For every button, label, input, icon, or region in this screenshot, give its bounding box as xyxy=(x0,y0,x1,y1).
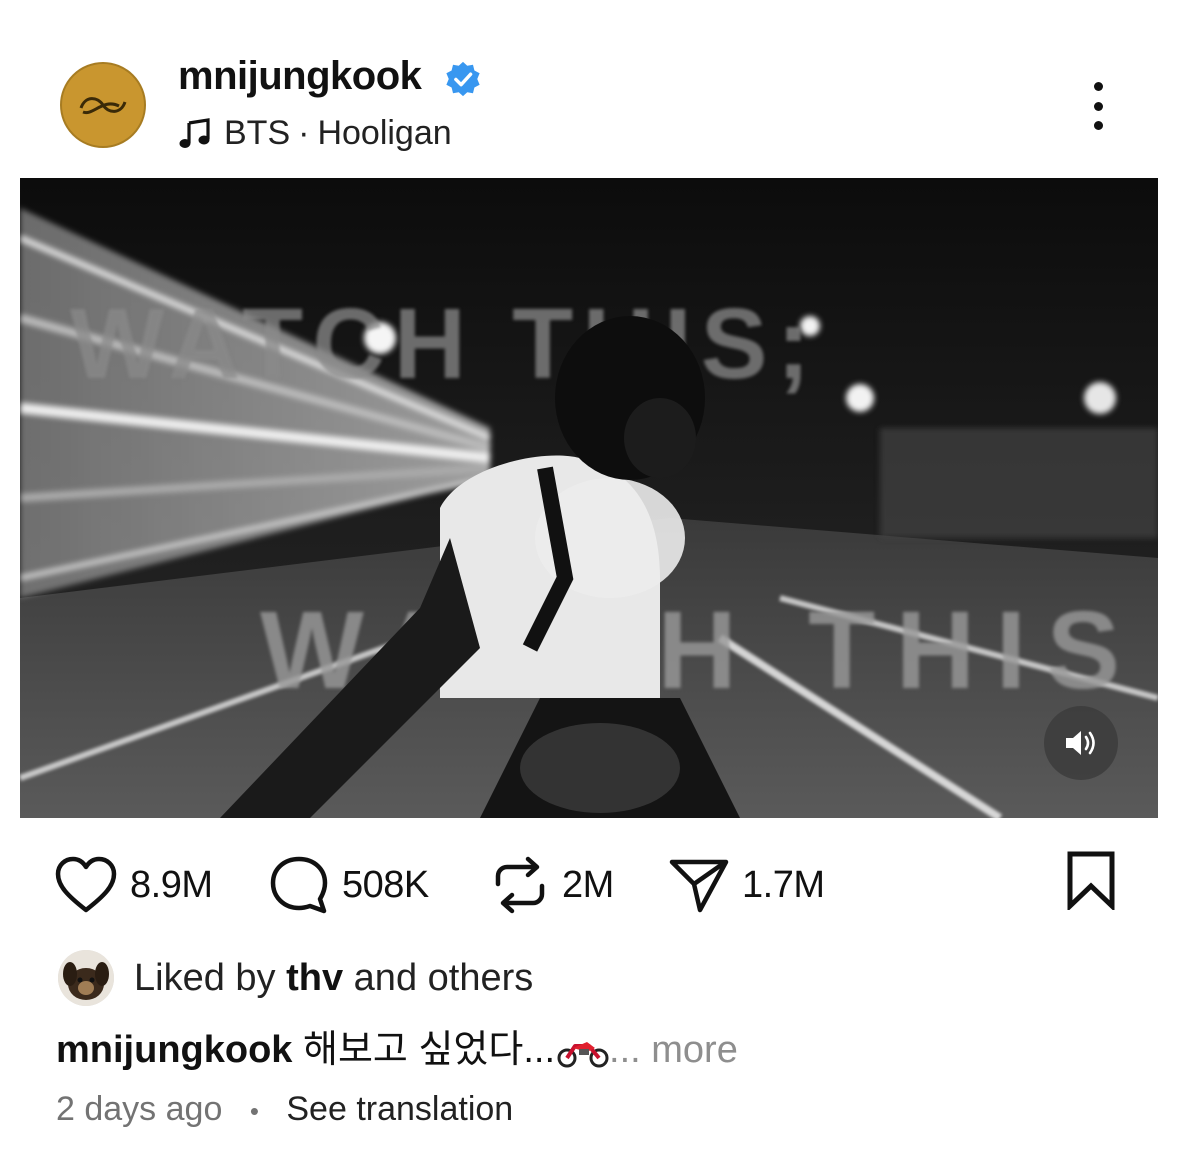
like-button[interactable]: 8.9M xyxy=(54,840,213,930)
dog-avatar-icon xyxy=(58,950,114,1006)
mute-toggle-button[interactable] xyxy=(1044,706,1118,780)
caption-username[interactable]: mnijungkook xyxy=(56,1029,292,1071)
avatar-logo-icon xyxy=(79,97,127,115)
share-button[interactable]: 1.7M xyxy=(668,840,825,930)
music-note-icon xyxy=(179,117,210,148)
verified-badge-icon xyxy=(446,61,480,97)
repost-button[interactable]: 2M xyxy=(490,840,614,930)
audio-attribution[interactable]: BTS · Hooligan xyxy=(178,114,452,153)
comment-count: 508K xyxy=(342,863,429,906)
audio-artist: BTS xyxy=(224,114,291,152)
liker-avatar[interactable] xyxy=(58,950,114,1006)
more-dot-icon xyxy=(1093,82,1103,91)
liked-by-text: Liked by thv and others xyxy=(134,957,533,1000)
caption-more-link[interactable]: more xyxy=(651,1029,738,1071)
post-meta: 2 days ago • See translation xyxy=(56,1090,513,1129)
profile-avatar[interactable] xyxy=(60,62,146,148)
share-count: 1.7M xyxy=(742,863,825,906)
heart-icon xyxy=(55,856,117,913)
liked-by-user[interactable]: thv xyxy=(286,957,343,999)
comment-button[interactable]: 508K xyxy=(268,840,429,930)
liked-by-row[interactable]: Liked by thv and others xyxy=(58,946,533,1010)
post-header: mnijungkook BTS · Hooligan xyxy=(0,0,1178,170)
post-username[interactable]: mnijungkook xyxy=(178,54,422,99)
audio-track: Hooligan xyxy=(317,114,452,152)
more-dot-icon xyxy=(1093,121,1103,130)
audio-separator: · xyxy=(298,114,310,152)
bookmark-icon[interactable] xyxy=(1064,850,1118,910)
post-video[interactable]: WATCH THIS; WATCH THIS xyxy=(20,178,1158,818)
send-icon xyxy=(669,859,729,913)
comment-icon xyxy=(270,856,328,914)
more-dot-icon xyxy=(1093,101,1103,111)
liked-by-suffix: and others xyxy=(353,956,534,999)
see-translation-link[interactable]: See translation xyxy=(286,1090,513,1128)
video-frame: WATCH THIS; WATCH THIS xyxy=(20,178,1158,818)
action-bar: 8.9M 508K 2M 1.7M xyxy=(0,840,1178,930)
liked-by-prefix: Liked by xyxy=(134,956,276,999)
repost-icon xyxy=(495,856,545,914)
speaker-icon xyxy=(1066,731,1095,755)
post-caption: mnijungkook 해보고 싶었다... ... more xyxy=(56,1018,738,1073)
motorcycle-icon xyxy=(557,1041,609,1068)
caption-text: 해보고 싶었다... xyxy=(303,1029,556,1071)
caption-ellipsis: ... xyxy=(609,1029,641,1071)
post-timestamp: 2 days ago xyxy=(56,1090,223,1128)
more-options-button[interactable] xyxy=(1078,78,1118,134)
like-count: 8.9M xyxy=(130,863,213,906)
repost-count: 2M xyxy=(562,863,614,906)
meta-separator: • xyxy=(249,1095,259,1126)
